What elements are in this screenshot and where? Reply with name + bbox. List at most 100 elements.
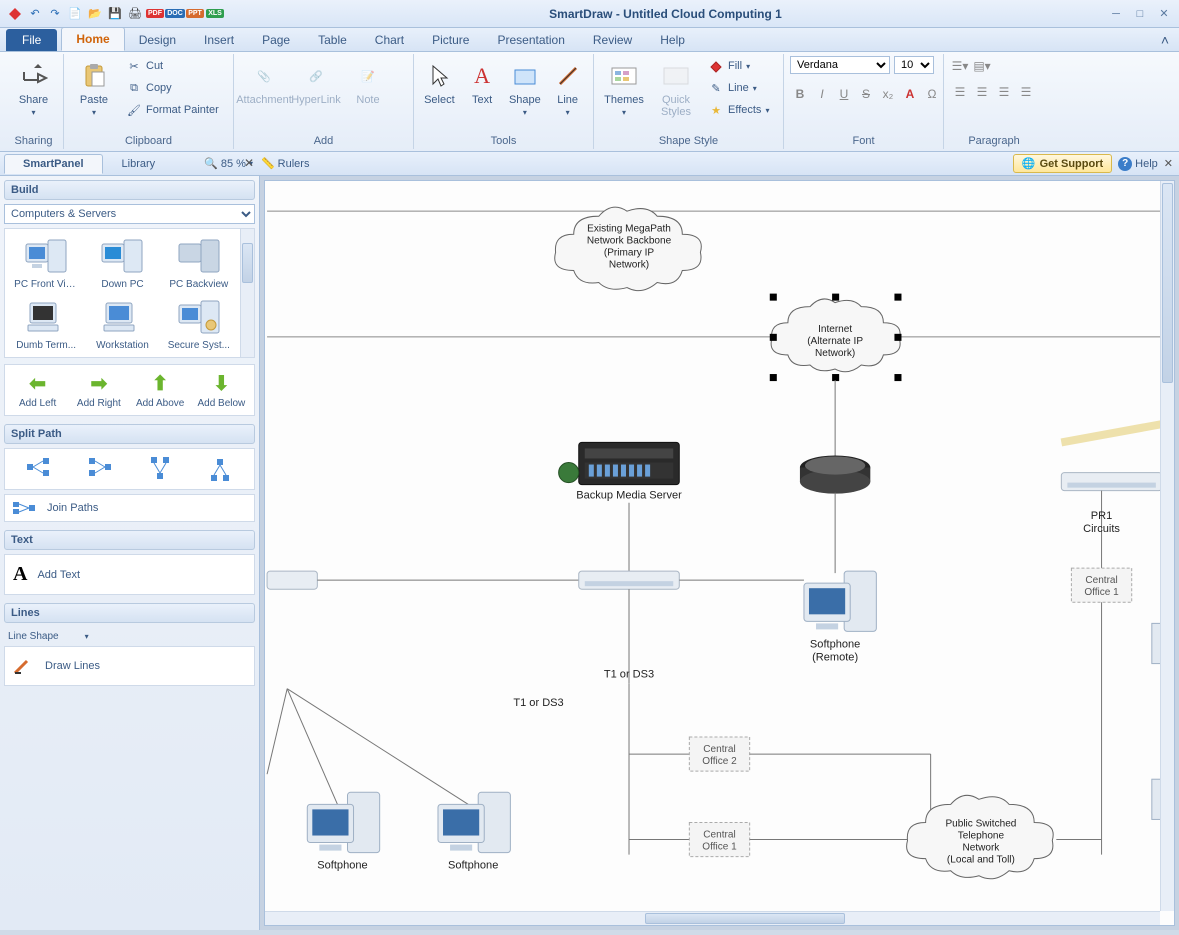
- split-up-button[interactable]: [130, 457, 190, 481]
- add-above-button[interactable]: ⬆Add Above: [130, 371, 191, 409]
- tab-table[interactable]: Table: [304, 29, 361, 51]
- horizontal-scrollbar[interactable]: [265, 911, 1160, 925]
- align-left-button[interactable]: ☰: [950, 82, 970, 102]
- add-left-button[interactable]: ⬅Add Left: [7, 371, 68, 409]
- themes-button[interactable]: Themes▾: [600, 56, 648, 121]
- align-right-button[interactable]: ☰: [994, 82, 1014, 102]
- effects-button[interactable]: ★Effects ▾: [704, 100, 773, 120]
- rulers-button[interactable]: 📏Rulers: [261, 157, 310, 170]
- print-icon[interactable]: 🖨: [126, 5, 144, 23]
- tab-insert[interactable]: Insert: [190, 29, 248, 51]
- node-co1-right[interactable]: Central Office 1: [1071, 568, 1131, 602]
- share-button[interactable]: Share ▾: [10, 56, 57, 121]
- bold-button[interactable]: B: [790, 84, 810, 104]
- close-panel-icon[interactable]: ✕: [244, 156, 254, 170]
- add-right-button[interactable]: ➡Add Right: [68, 371, 129, 409]
- help-button[interactable]: ?Help: [1118, 157, 1158, 171]
- underline-button[interactable]: U: [834, 84, 854, 104]
- tab-home[interactable]: Home: [61, 27, 124, 51]
- draw-lines-button[interactable]: Draw Lines: [4, 646, 255, 686]
- svg-text:Central: Central: [703, 830, 735, 841]
- attachment-icon: 📎: [248, 60, 280, 92]
- node-switch-center[interactable]: [579, 571, 680, 589]
- collapse-ribbon-icon[interactable]: ˄: [1161, 32, 1169, 48]
- strike-button[interactable]: S: [856, 84, 876, 104]
- shape-button[interactable]: Shape▾: [506, 56, 545, 121]
- tab-file[interactable]: File: [6, 29, 57, 51]
- node-cloud-internet[interactable]: Internet (Alternate IP Network): [770, 294, 902, 381]
- get-support-button[interactable]: 🌐Get Support: [1013, 154, 1112, 173]
- svg-text:Network): Network): [815, 348, 855, 359]
- node-cloud-megapath[interactable]: Existing MegaPath Network Backbone (Prim…: [555, 207, 702, 290]
- align-center-button[interactable]: ☰: [972, 82, 992, 102]
- fill-button[interactable]: Fill ▾: [704, 56, 773, 76]
- symbol-button[interactable]: Ω: [922, 84, 942, 104]
- node-router[interactable]: [800, 455, 870, 493]
- cut-button[interactable]: ✂Cut: [122, 56, 223, 76]
- svg-text:T1 or DS3: T1 or DS3: [513, 697, 563, 709]
- tab-review[interactable]: Review: [579, 29, 646, 51]
- shape-dumb-term[interactable]: Dumb Term...: [9, 294, 83, 353]
- font-size-select[interactable]: 10: [894, 56, 934, 74]
- italic-button[interactable]: I: [812, 84, 832, 104]
- doc-icon[interactable]: DOC: [166, 5, 184, 23]
- close-help-icon[interactable]: ✕: [1164, 157, 1173, 170]
- copy-button[interactable]: ⧉Copy: [122, 78, 223, 98]
- font-name-select[interactable]: Verdana: [790, 56, 890, 74]
- add-below-button[interactable]: ⬇Add Below: [191, 371, 252, 409]
- shape-pc-front[interactable]: PC Front View: [9, 233, 83, 292]
- shape-secure-syst[interactable]: Secure Syst...: [162, 294, 236, 353]
- node-cloud-pstn[interactable]: Public Switched Telephone Network (Local…: [907, 795, 1054, 878]
- ppt-icon[interactable]: PPT: [186, 5, 204, 23]
- canvas[interactable]: Existing MegaPath Network Backbone (Prim…: [265, 181, 1174, 925]
- node-backup-server[interactable]: Backup Media Server: [559, 442, 683, 501]
- shape-scrollbar[interactable]: [240, 229, 254, 357]
- tab-smartpanel[interactable]: SmartPanel: [4, 154, 103, 174]
- shapestyle-line-button[interactable]: ✎Line ▾: [704, 78, 773, 98]
- shape-workstation[interactable]: Workstation: [85, 294, 159, 353]
- align-button[interactable]: ▤▾: [972, 56, 992, 76]
- line-button[interactable]: Line▾: [548, 56, 587, 121]
- new-icon[interactable]: 📄: [66, 5, 84, 23]
- font-color-button[interactable]: A: [900, 84, 920, 104]
- close-icon[interactable]: ✕: [1155, 6, 1173, 22]
- node-co2[interactable]: Central Office 2: [689, 737, 749, 771]
- text-button[interactable]: AText: [463, 56, 502, 110]
- join-paths-button[interactable]: Join Paths: [4, 494, 255, 522]
- save-icon[interactable]: 💾: [106, 5, 124, 23]
- node-softphone-2[interactable]: Softphone: [438, 792, 510, 871]
- open-icon[interactable]: 📂: [86, 5, 104, 23]
- undo-icon[interactable]: ↶: [26, 5, 44, 23]
- tab-chart[interactable]: Chart: [361, 29, 418, 51]
- maximize-icon[interactable]: □: [1131, 6, 1149, 22]
- tab-help[interactable]: Help: [646, 29, 699, 51]
- tab-design[interactable]: Design: [125, 29, 190, 51]
- tab-picture[interactable]: Picture: [418, 29, 483, 51]
- node-switch-right[interactable]: [1061, 473, 1162, 491]
- shape-category-select[interactable]: Computers & Servers: [4, 204, 255, 224]
- line-shape-dropdown[interactable]: Line Shape▾: [4, 627, 255, 646]
- redo-icon[interactable]: ↷: [46, 5, 64, 23]
- tab-library[interactable]: Library: [103, 154, 175, 174]
- split-right-button[interactable]: [9, 457, 69, 481]
- node-softphone-1[interactable]: Softphone: [307, 792, 379, 871]
- node-softphone-remote[interactable]: Softphone (Remote): [804, 571, 876, 663]
- bullet-list-button[interactable]: ☰▾: [950, 56, 970, 76]
- paste-button[interactable]: Paste ▾: [70, 56, 118, 121]
- shape-down-pc[interactable]: Down PC: [85, 233, 159, 292]
- minimize-icon[interactable]: ─: [1107, 6, 1125, 22]
- vertical-scrollbar[interactable]: [1160, 181, 1174, 911]
- format-painter-button[interactable]: 🖌Format Painter: [122, 100, 223, 120]
- align-justify-button[interactable]: ☰: [1016, 82, 1036, 102]
- tab-presentation[interactable]: Presentation: [483, 29, 578, 51]
- subscript-button[interactable]: x₂: [878, 84, 898, 104]
- pdf-icon[interactable]: PDF: [146, 5, 164, 23]
- node-switch-left[interactable]: [267, 571, 317, 589]
- xls-icon[interactable]: XLS: [206, 5, 224, 23]
- add-text-button[interactable]: A Add Text: [4, 554, 255, 595]
- split-down-button[interactable]: [190, 457, 250, 481]
- node-co1-center[interactable]: Central Office 1: [689, 822, 749, 856]
- split-left-button[interactable]: [69, 457, 129, 481]
- select-button[interactable]: Select: [420, 56, 459, 110]
- tab-page[interactable]: Page: [248, 29, 304, 51]
